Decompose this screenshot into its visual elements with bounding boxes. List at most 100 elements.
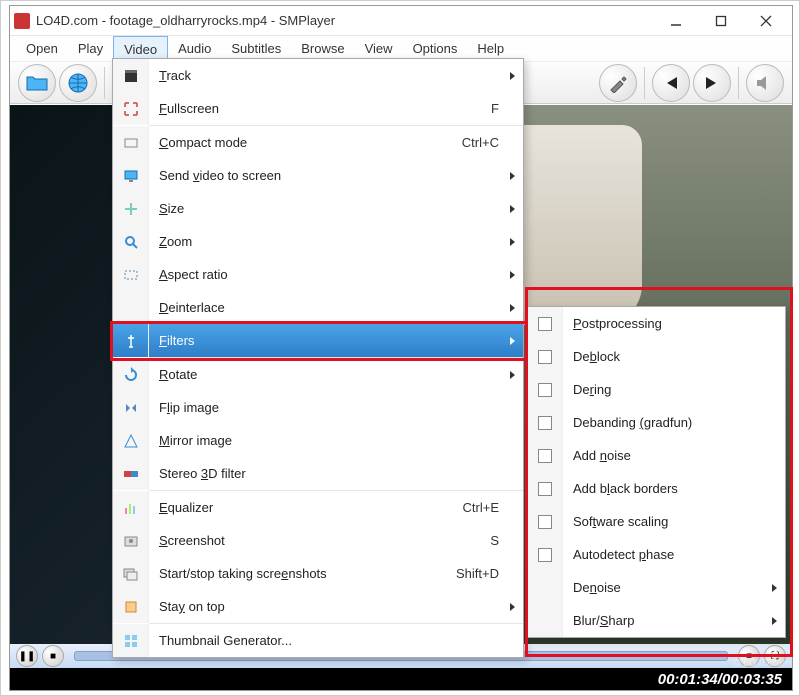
menu-item-stay-on-top[interactable]: Stay on top <box>113 590 523 623</box>
filter-item-blur-sharp[interactable]: Blur/Sharp <box>527 604 785 637</box>
menu-label: Zoom <box>149 234 523 249</box>
menu-item-aspect-ratio[interactable]: Aspect ratio <box>113 258 523 291</box>
zoom-icon <box>113 225 149 258</box>
menu-label: Postprocessing <box>563 316 662 331</box>
menu-label: Equalizer <box>149 500 463 515</box>
menu-label: Size <box>149 201 523 216</box>
menu-label: Add noise <box>563 448 631 463</box>
menu-gutter <box>527 571 563 604</box>
checkbox-icon <box>538 383 552 397</box>
filter-item-postprocessing[interactable]: Postprocessing <box>527 307 785 340</box>
menu-label: Thumbnail Generator... <box>149 633 523 648</box>
toolbar-separator <box>104 67 105 99</box>
menu-gutter <box>527 538 563 571</box>
menu-label: Filters <box>149 333 523 348</box>
submenu-arrow-icon <box>772 584 777 592</box>
filter-item-denoise[interactable]: Denoise <box>527 571 785 604</box>
submenu-arrow-icon <box>510 304 515 312</box>
menu-label: Mirror image <box>149 433 523 448</box>
screenshot-icon <box>113 524 149 557</box>
menu-label: Denoise <box>563 580 621 595</box>
titlebar: LO4D.com - footage_oldharryrocks.mp4 - S… <box>10 6 792 36</box>
menu-label: Rotate <box>149 367 523 382</box>
submenu-arrow-icon <box>510 238 515 246</box>
open-url-icon[interactable] <box>59 64 97 102</box>
menu-shortcut: F <box>491 101 523 116</box>
menubar-open[interactable]: Open <box>16 36 68 61</box>
checkbox-icon <box>538 350 552 364</box>
filter-item-add-noise[interactable]: Add noise <box>527 439 785 472</box>
menu-gutter <box>527 340 563 373</box>
menu-item-filters[interactable]: Filters <box>113 324 523 357</box>
flip-icon <box>113 391 149 424</box>
menu-label: Software scaling <box>563 514 668 529</box>
settings-icon[interactable] <box>599 64 637 102</box>
menu-item-size[interactable]: Size <box>113 192 523 225</box>
menu-gutter <box>527 604 563 637</box>
submenu-arrow-icon <box>510 371 515 379</box>
menu-gutter <box>527 373 563 406</box>
fullscreen-icon <box>113 92 149 125</box>
menu-gutter <box>527 307 563 340</box>
minimize-button[interactable] <box>653 7 698 35</box>
filter-item-deblock[interactable]: Deblock <box>527 340 785 373</box>
filter-item-dering[interactable]: Dering <box>527 373 785 406</box>
menu-label: Dering <box>563 382 611 397</box>
checkbox-icon <box>538 449 552 463</box>
volume-icon[interactable] <box>746 64 784 102</box>
aspect-icon <box>113 258 149 291</box>
compact-icon <box>113 126 149 159</box>
submenu-arrow-icon <box>510 72 515 80</box>
menu-gutter <box>527 439 563 472</box>
filter-icon <box>113 324 149 357</box>
maximize-button[interactable] <box>698 7 743 35</box>
menu-label: Add black borders <box>563 481 678 496</box>
menu-item-start-stop-taking-screenshots[interactable]: Start/stop taking screenshotsShift+D <box>113 557 523 590</box>
filter-item-autodetect-phase[interactable]: Autodetect phase <box>527 538 785 571</box>
menu-label: Fullscreen <box>149 101 491 116</box>
menu-item-screenshot[interactable]: ScreenshotS <box>113 524 523 557</box>
toolbar-separator <box>738 67 739 99</box>
menu-label: Compact mode <box>149 135 462 150</box>
monitor-icon <box>113 159 149 192</box>
menu-label: Stay on top <box>149 599 523 614</box>
menu-item-track[interactable]: Track <box>113 59 523 92</box>
blank-icon <box>113 291 149 324</box>
menu-label: Deinterlace <box>149 300 523 315</box>
filters-submenu: Postprocessing Deblock Dering Debanding (gr… <box>526 306 786 638</box>
menu-item-rotate[interactable]: Rotate <box>113 358 523 391</box>
menu-shortcut: Ctrl+E <box>463 500 523 515</box>
menu-item-thumbnail-generator-[interactable]: Thumbnail Generator... <box>113 624 523 657</box>
menu-item-compact-mode[interactable]: Compact modeCtrl+C <box>113 126 523 159</box>
submenu-arrow-icon <box>510 172 515 180</box>
app-icon <box>14 13 30 29</box>
menu-label: Blur/Sharp <box>563 613 634 628</box>
filter-item-add-black-borders[interactable]: Add black borders <box>527 472 785 505</box>
filter-item-software-scaling[interactable]: Software scaling <box>527 505 785 538</box>
next-button[interactable] <box>693 64 731 102</box>
menu-item-mirror-image[interactable]: Mirror image <box>113 424 523 457</box>
checkbox-icon <box>538 317 552 331</box>
toolbar-separator <box>644 67 645 99</box>
menu-label: Aspect ratio <box>149 267 523 282</box>
open-file-icon[interactable] <box>18 64 56 102</box>
menu-item-deinterlace[interactable]: Deinterlace <box>113 291 523 324</box>
menu-item-flip-image[interactable]: Flip image <box>113 391 523 424</box>
size-icon <box>113 192 149 225</box>
close-button[interactable] <box>743 7 788 35</box>
submenu-arrow-icon <box>510 271 515 279</box>
clapper-icon <box>113 59 149 92</box>
menu-item-equalizer[interactable]: EqualizerCtrl+E <box>113 491 523 524</box>
menu-item-fullscreen[interactable]: FullscreenF <box>113 92 523 125</box>
stereo3d-icon <box>113 457 149 490</box>
mirror-icon <box>113 424 149 457</box>
prev-button[interactable] <box>652 64 690 102</box>
menubar-play[interactable]: Play <box>68 36 113 61</box>
menu-item-send-video-to-screen[interactable]: Send video to screen <box>113 159 523 192</box>
pause-button[interactable]: ❚❚ <box>16 645 38 667</box>
filter-item-debanding-gradfun-[interactable]: Debanding (gradfun) <box>527 406 785 439</box>
submenu-arrow-icon <box>510 205 515 213</box>
menu-item-stereo-3d-filter[interactable]: Stereo 3D filter <box>113 457 523 490</box>
stop-button[interactable]: ■ <box>42 645 64 667</box>
menu-item-zoom[interactable]: Zoom <box>113 225 523 258</box>
